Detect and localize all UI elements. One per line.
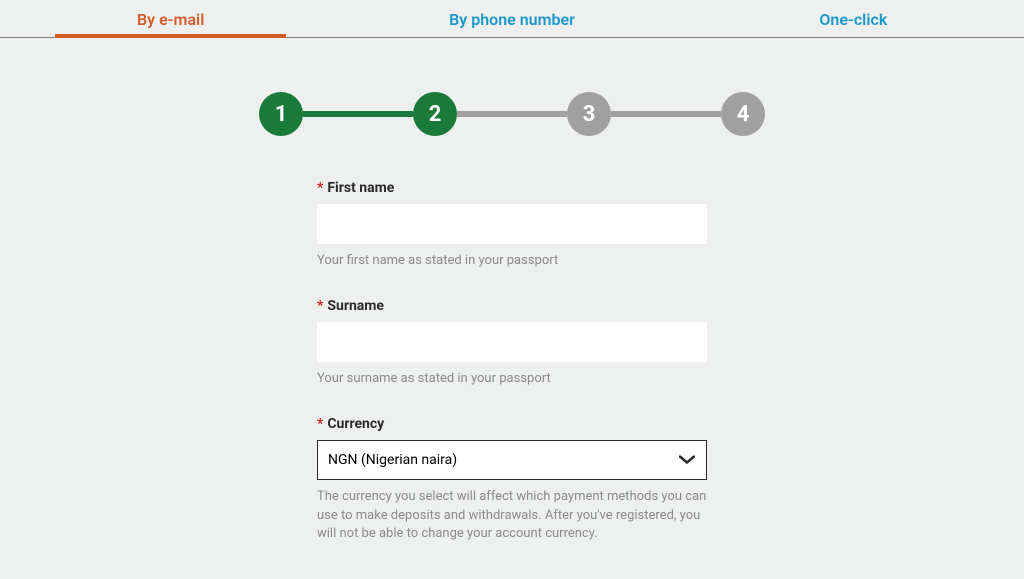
step-number: 3 (583, 102, 596, 127)
label-text: Currency (327, 416, 384, 432)
step-connector (611, 111, 721, 117)
first-name-label: *First name (317, 180, 707, 196)
first-name-input[interactable] (317, 204, 707, 244)
step-number: 4 (737, 102, 750, 127)
step-2: 2 (413, 92, 457, 136)
label-text: Surname (327, 298, 384, 314)
tab-label: By phone number (449, 10, 575, 29)
surname-helper: Your surname as stated in your passport (317, 370, 707, 388)
currency-select[interactable]: NGN (Nigerian naira) (317, 440, 707, 480)
tab-label: By e-mail (137, 10, 204, 29)
step-1: 1 (259, 92, 303, 136)
progress-stepper: 1 2 3 4 (0, 92, 1024, 136)
field-first-name: *First name Your first name as stated in… (317, 180, 707, 270)
field-currency: *Currency NGN (Nigerian naira) The curre… (317, 416, 707, 543)
field-surname: *Surname Your surname as stated in your … (317, 298, 707, 388)
tab-label: One-click (819, 10, 887, 29)
step-connector (303, 111, 413, 117)
step-number: 2 (429, 102, 442, 127)
step-connector (457, 111, 567, 117)
currency-label: *Currency (317, 416, 707, 432)
tab-by-phone[interactable]: By phone number (341, 0, 682, 37)
surname-label: *Surname (317, 298, 707, 314)
currency-selected-value: NGN (Nigerian naira) (328, 452, 457, 468)
label-text: First name (327, 180, 394, 196)
first-name-helper: Your first name as stated in your passpo… (317, 252, 707, 270)
currency-helper: The currency you select will affect whic… (317, 488, 707, 543)
registration-form: *First name Your first name as stated in… (317, 180, 707, 543)
required-star: * (317, 416, 323, 432)
required-star: * (317, 180, 323, 196)
currency-select-wrap: NGN (Nigerian naira) (317, 440, 707, 480)
required-star: * (317, 298, 323, 314)
tab-one-click[interactable]: One-click (683, 0, 1024, 37)
step-3: 3 (567, 92, 611, 136)
surname-input[interactable] (317, 322, 707, 362)
tab-by-email[interactable]: By e-mail (0, 0, 341, 37)
step-number: 1 (275, 102, 288, 127)
registration-tabs: By e-mail By phone number One-click (0, 0, 1024, 38)
step-4: 4 (721, 92, 765, 136)
